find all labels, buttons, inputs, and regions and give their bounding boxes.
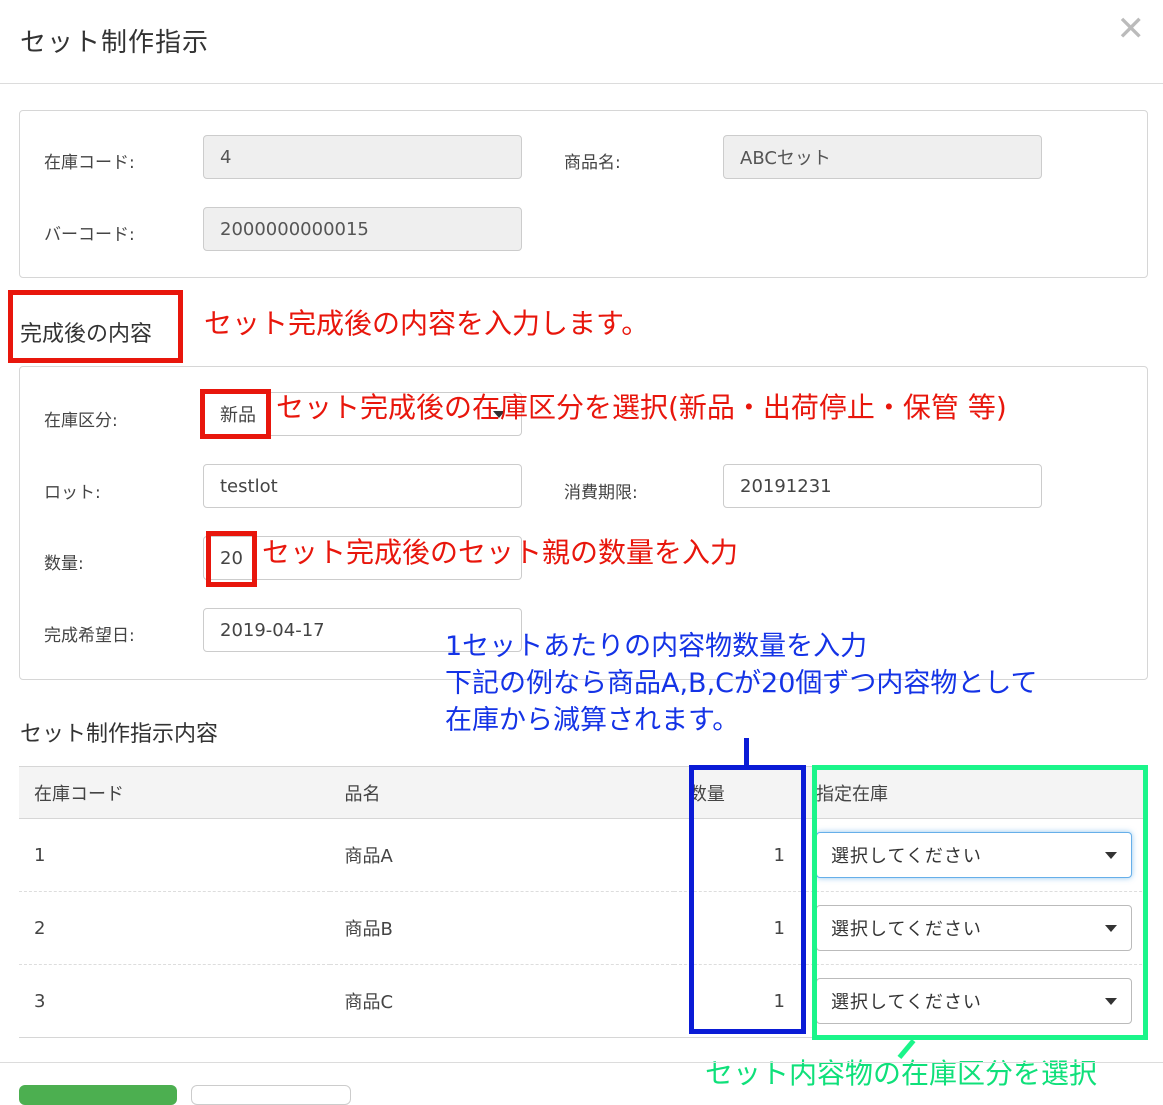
- footer-divider: [0, 1062, 1163, 1063]
- per-set-annotation-line3: 在庫から減算されます。: [445, 705, 740, 736]
- modal-title: セット制作指示: [20, 28, 210, 58]
- barcode-label: バーコード:: [44, 225, 135, 245]
- desired-date-label: 完成希望日:: [44, 626, 135, 646]
- header-product-name: 品名: [329, 766, 674, 819]
- stock-category-annotation: セット完成後の在庫区分を選択(新品・出荷停止・保管 等): [276, 391, 1007, 424]
- row-stock-code: 1: [19, 818, 330, 892]
- row-stock-code: 2: [19, 891, 330, 965]
- close-icon[interactable]: ✕: [1117, 12, 1146, 46]
- expiry-label: 消費期限:: [564, 483, 638, 503]
- cancel-button[interactable]: [191, 1085, 351, 1105]
- row-product-name: 商品B: [329, 891, 674, 965]
- quantity-column-highlight: [689, 765, 806, 1034]
- per-set-annotation: 1セットあたりの内容物数量を入力 下記の例なら商品A,B,Cが20個ずつ内容物と…: [445, 628, 1038, 739]
- stock-code-label: 在庫コード:: [44, 153, 135, 173]
- header-divider: [0, 83, 1163, 84]
- quantity-annotation: セット完成後のセット親の数量を入力: [262, 536, 739, 569]
- quantity-highlight: [206, 531, 257, 587]
- quantity-label: 数量:: [44, 554, 84, 574]
- per-set-annotation-line1: 1セットあたりの内容物数量を入力: [445, 631, 868, 662]
- lot-label: ロット:: [44, 483, 101, 503]
- header-stock-code: 在庫コード: [19, 766, 330, 819]
- product-name-label: 商品名:: [564, 153, 621, 173]
- per-set-connector: [744, 738, 749, 768]
- submit-button[interactable]: [19, 1085, 177, 1105]
- completed-annotation: セット完成後の内容を入力します。: [204, 307, 650, 340]
- barcode-field: 2000000000015: [203, 207, 522, 251]
- row-product-name: 商品C: [329, 964, 674, 1038]
- contents-section-title: セット制作指示内容: [20, 722, 219, 747]
- per-set-annotation-line2: 下記の例なら商品A,B,Cが20個ずつ内容物として: [445, 668, 1038, 699]
- completed-title-highlight: [8, 290, 183, 363]
- stock-column-highlight: [812, 765, 1148, 1040]
- stock-code-field: 4: [203, 135, 522, 179]
- lot-input[interactable]: testlot: [203, 464, 522, 508]
- stock-annotation: セット内容物の在庫区分を選択: [705, 1057, 1098, 1090]
- row-stock-code: 3: [19, 964, 330, 1038]
- stock-category-label: 在庫区分:: [44, 411, 118, 431]
- product-name-field: ABCセット: [723, 135, 1042, 179]
- row-product-name: 商品A: [329, 818, 674, 892]
- stock-category-highlight: [200, 389, 271, 439]
- expiry-input[interactable]: 20191231: [723, 464, 1042, 508]
